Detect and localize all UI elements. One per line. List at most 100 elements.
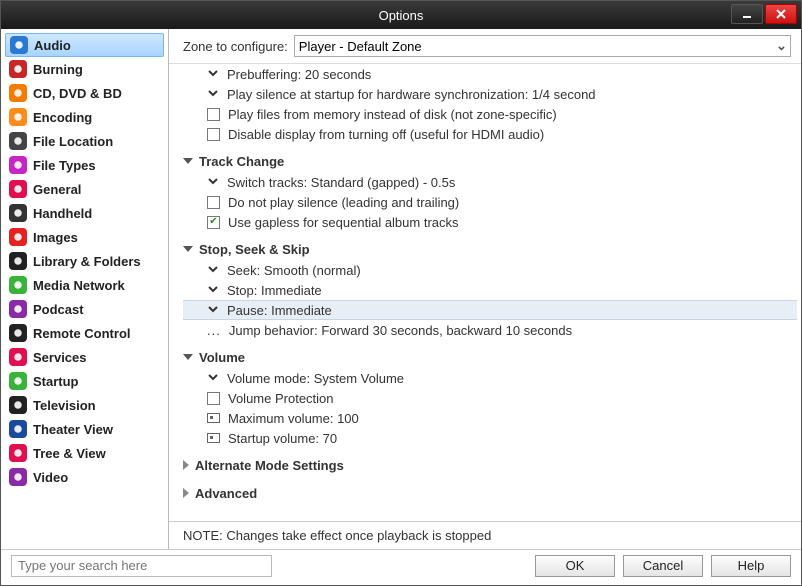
- sidebar-item-label: File Types: [33, 158, 96, 173]
- minimize-button[interactable]: [731, 4, 763, 24]
- titlebar: Options: [1, 1, 801, 29]
- group-title: Alternate Mode Settings: [195, 458, 344, 473]
- setting-row[interactable]: Volume Protection: [183, 388, 797, 408]
- group-header[interactable]: Advanced: [183, 482, 797, 504]
- setting-row[interactable]: Disable display from turning off (useful…: [183, 124, 797, 144]
- sidebar-item-podcast[interactable]: Podcast: [5, 297, 164, 321]
- more-icon: ...: [207, 323, 221, 338]
- group-header[interactable]: Alternate Mode Settings: [183, 454, 797, 476]
- general-icon: [9, 180, 27, 198]
- startup-icon: [9, 372, 27, 390]
- triangle-down-icon: [183, 158, 193, 164]
- setting-text: Jump behavior: Forward 30 seconds, backw…: [229, 323, 572, 338]
- sidebar-item-label: File Location: [33, 134, 113, 149]
- sidebar-item-theater[interactable]: Theater View: [5, 417, 164, 441]
- triangle-down-icon: [183, 354, 193, 360]
- sidebar-item-media-network[interactable]: Media Network: [5, 273, 164, 297]
- images-icon: [9, 228, 27, 246]
- sidebar-item-tree[interactable]: Tree & View: [5, 441, 164, 465]
- checkbox-icon: [207, 108, 220, 121]
- disc-icon: [9, 84, 27, 102]
- sidebar-item-remote[interactable]: Remote Control: [5, 321, 164, 345]
- close-button[interactable]: [765, 4, 797, 24]
- setting-text: Play silence at startup for hardware syn…: [227, 87, 596, 102]
- group-header[interactable]: Stop, Seek & Skip: [183, 238, 797, 260]
- group-title: Advanced: [195, 486, 257, 501]
- setting-row[interactable]: Stop: Immediate: [183, 280, 797, 300]
- sidebar-item-label: Library & Folders: [33, 254, 141, 269]
- setting-row[interactable]: Do not play silence (leading and trailin…: [183, 192, 797, 212]
- help-button[interactable]: Help: [711, 555, 791, 577]
- checkbox-icon: [207, 392, 220, 405]
- setting-row[interactable]: Play files from memory instead of disk (…: [183, 104, 797, 124]
- settings-content[interactable]: Prebuffering: 20 seconds Play silence at …: [169, 63, 801, 521]
- slider-icon: [207, 433, 220, 443]
- zone-label: Zone to configure:: [183, 39, 288, 54]
- sidebar-item-label: Video: [33, 470, 68, 485]
- setting-row[interactable]: ... Jump behavior: Forward 30 seconds, ba…: [183, 320, 797, 340]
- sidebar-item-television[interactable]: Television: [5, 393, 164, 417]
- category-sidebar[interactable]: AudioBurningCD, DVD & BDEncoding File Loc…: [1, 29, 169, 549]
- sidebar-item-label: Tree & View: [33, 446, 106, 461]
- setting-text: Switch tracks: Standard (gapped) - 0.5s: [227, 175, 455, 190]
- ok-button[interactable]: OK: [535, 555, 615, 577]
- group-header[interactable]: Track Change: [183, 150, 797, 172]
- setting-text: Volume mode: System Volume: [227, 371, 404, 386]
- setting-row[interactable]: Prebuffering: 20 seconds: [183, 64, 797, 84]
- sidebar-item-disc[interactable]: CD, DVD & BD: [5, 81, 164, 105]
- encoding-icon: [9, 108, 27, 126]
- chevron-down-icon: [207, 67, 219, 82]
- setting-row[interactable]: Startup volume: 70: [183, 428, 797, 448]
- note-text: NOTE: Changes take effect once playback …: [169, 521, 801, 549]
- sidebar-item-encoding[interactable]: Encoding: [5, 105, 164, 129]
- chevron-down-icon: [207, 371, 219, 386]
- setting-row[interactable]: Volume mode: System Volume: [183, 368, 797, 388]
- sidebar-item-services[interactable]: Services: [5, 345, 164, 369]
- setting-text: Play files from memory instead of disk (…: [228, 107, 557, 122]
- sidebar-item-startup[interactable]: Startup: [5, 369, 164, 393]
- zone-select[interactable]: Player - Default Zone ⌄: [294, 35, 791, 57]
- group-title: Track Change: [199, 154, 284, 169]
- sidebar-item-label: Services: [33, 350, 87, 365]
- tree-icon: [9, 444, 27, 462]
- setting-text: Pause: Immediate: [227, 303, 332, 318]
- sidebar-item-audio[interactable]: Audio: [5, 33, 164, 57]
- cancel-button[interactable]: Cancel: [623, 555, 703, 577]
- sidebar-item-video[interactable]: Video: [5, 465, 164, 489]
- setting-text: Do not play silence (leading and trailin…: [228, 195, 459, 210]
- setting-row[interactable]: Pause: Immediate: [183, 300, 797, 320]
- podcast-icon: [9, 300, 27, 318]
- sidebar-item-file-types[interactable]: File Types: [5, 153, 164, 177]
- setting-text: Maximum volume: 100: [228, 411, 359, 426]
- triangle-right-icon: [183, 488, 189, 498]
- sidebar-item-library[interactable]: Library & Folders: [5, 249, 164, 273]
- chevron-down-icon: [207, 175, 219, 190]
- group-header[interactable]: Volume: [183, 346, 797, 368]
- checkbox-icon: [207, 216, 220, 229]
- setting-row[interactable]: Seek: Smooth (normal): [183, 260, 797, 280]
- sidebar-item-handheld[interactable]: Handheld: [5, 201, 164, 225]
- triangle-down-icon: [183, 246, 193, 252]
- setting-text: Stop: Immediate: [227, 283, 322, 298]
- chevron-down-icon: [207, 303, 219, 318]
- sidebar-item-label: Remote Control: [33, 326, 131, 341]
- search-input[interactable]: [11, 555, 272, 577]
- sidebar-item-file-location[interactable]: File Location: [5, 129, 164, 153]
- group-title: Stop, Seek & Skip: [199, 242, 310, 257]
- setting-row[interactable]: Maximum volume: 100: [183, 408, 797, 428]
- setting-text: Startup volume: 70: [228, 431, 337, 446]
- file-location-icon: [9, 132, 27, 150]
- group-title: Volume: [199, 350, 245, 365]
- burning-icon: [9, 60, 27, 78]
- sidebar-item-label: Television: [33, 398, 96, 413]
- setting-row[interactable]: Play silence at startup for hardware syn…: [183, 84, 797, 104]
- sidebar-item-burning[interactable]: Burning: [5, 57, 164, 81]
- zone-value: Player - Default Zone: [299, 39, 422, 54]
- setting-row[interactable]: Use gapless for sequential album tracks: [183, 212, 797, 232]
- setting-text: Disable display from turning off (useful…: [228, 127, 544, 142]
- window-controls: [731, 4, 797, 24]
- setting-row[interactable]: Switch tracks: Standard (gapped) - 0.5s: [183, 172, 797, 192]
- sidebar-item-label: Theater View: [33, 422, 113, 437]
- sidebar-item-images[interactable]: Images: [5, 225, 164, 249]
- sidebar-item-general[interactable]: General: [5, 177, 164, 201]
